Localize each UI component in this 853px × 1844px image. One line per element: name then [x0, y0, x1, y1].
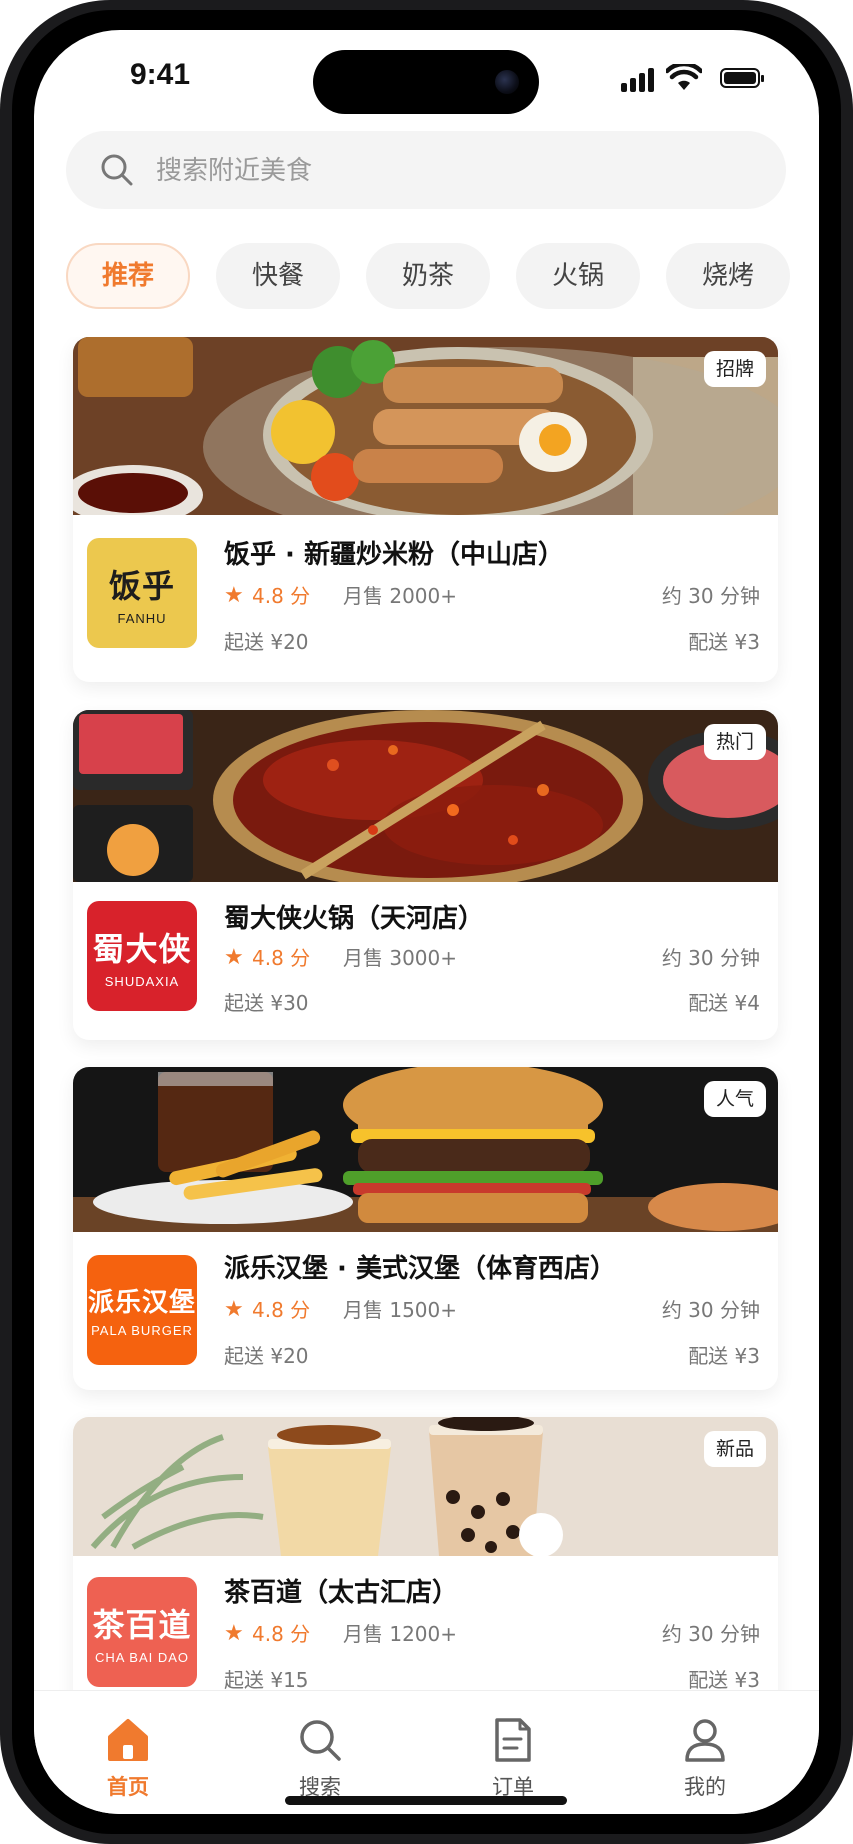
restaurant-logo: 茶百道 CHA BAI DAO	[87, 1577, 197, 1687]
search-icon	[300, 1720, 341, 1761]
category-tabs: 推荐 快餐 奶茶 火锅 烧烤	[66, 243, 819, 311]
min-order: 起送 ¥30	[224, 991, 309, 1015]
category-chip-recommend[interactable]: 推荐	[66, 243, 190, 309]
monthly-sales: 月售 2000+	[343, 584, 458, 608]
logo-subtitle: FANHU	[117, 610, 167, 626]
fee-row: 起送 ¥30 配送 ¥4	[224, 988, 760, 1018]
category-chip-bbq[interactable]: 烧烤	[666, 243, 790, 309]
delivery-time: 约 30 分钟	[661, 1298, 760, 1322]
home-icon	[108, 1719, 148, 1761]
restaurant-cover-image	[73, 1417, 778, 1556]
restaurant-card[interactable]: 热门 蜀大侠 SHUDAXIA 蜀大侠火锅（天河店） ★ 4.8 分 月售 30…	[73, 710, 778, 1040]
star-icon: ★	[224, 945, 244, 970]
delivery-fee: 配送 ¥3	[688, 1344, 760, 1368]
logo-subtitle: SHUDAXIA	[104, 973, 180, 989]
monthly-sales: 月售 3000+	[343, 946, 458, 970]
logo-subtitle: CHA BAI DAO	[94, 1649, 190, 1665]
restaurant-cover-image	[73, 337, 778, 515]
dynamic-island	[313, 50, 539, 114]
min-order: 起送 ¥20	[224, 630, 309, 654]
delivery-fee: 配送 ¥3	[688, 630, 760, 654]
tab-label: 首页	[107, 1775, 149, 1799]
battery-icon	[720, 68, 764, 88]
search-input[interactable]	[154, 131, 758, 211]
phone-frame: 9:41 推荐 快餐 奶茶 火锅 烧烤	[0, 0, 853, 1844]
restaurant-logo: 饭乎 FANHU	[87, 538, 197, 648]
star-icon: ★	[224, 1621, 244, 1646]
tab-label: 我的	[684, 1775, 726, 1799]
restaurant-cover-image	[73, 1067, 778, 1232]
rating-value: 4.8 分	[252, 1298, 311, 1322]
card-badge: 招牌	[703, 351, 766, 387]
restaurant-name: 派乐汉堡 · 美式汉堡（体育西店）	[224, 1254, 616, 1284]
rating-value: 4.8 分	[252, 946, 311, 970]
rating-value: 4.8 分	[252, 1622, 311, 1646]
delivery-fee: 配送 ¥4	[688, 991, 760, 1015]
category-chip-hotpot[interactable]: 火锅	[516, 243, 640, 309]
tab-home[interactable]: 首页	[68, 1709, 188, 1799]
rating-row: ★ 4.8 分 月售 2000+ 约 30 分钟	[224, 581, 760, 611]
star-icon: ★	[224, 583, 244, 608]
logo-title: 茶百道	[92, 1605, 192, 1644]
logo-title: 派乐汉堡	[87, 1288, 196, 1318]
profile-icon	[685, 1719, 725, 1762]
restaurant-cover-image	[73, 710, 778, 882]
fee-row: 起送 ¥20 配送 ¥3	[224, 627, 760, 657]
tab-orders[interactable]: 订单	[453, 1709, 573, 1799]
home-indicator[interactable]	[285, 1796, 567, 1805]
restaurant-name: 蜀大侠火锅（天河店）	[224, 904, 485, 934]
category-chip-milktea[interactable]: 奶茶	[366, 243, 490, 309]
fee-row: 起送 ¥20 配送 ¥3	[224, 1341, 760, 1371]
star-icon: ★	[224, 1297, 244, 1322]
rating-row: ★ 4.8 分 月售 1200+ 约 30 分钟	[224, 1619, 760, 1649]
restaurant-card[interactable]: 招牌 饭乎 FANHU 饭乎 · 新疆炒米粉（中山店） ★ 4.8 分 月售 2…	[73, 337, 778, 682]
monthly-sales: 月售 1200+	[343, 1622, 458, 1646]
restaurant-logo: 蜀大侠 SHUDAXIA	[87, 901, 197, 1011]
restaurant-card[interactable]: 人气 派乐汉堡 PALA BURGER 派乐汉堡 · 美式汉堡（体育西店） ★ …	[73, 1067, 778, 1390]
logo-subtitle: PALA BURGER	[91, 1323, 193, 1338]
delivery-time: 约 30 分钟	[661, 584, 760, 608]
rating-row: ★ 4.8 分 月售 3000+ 约 30 分钟	[224, 943, 760, 973]
restaurant-card[interactable]: 新品 茶百道 CHA BAI DAO 茶百道（太古汇店） ★ 4.8 分 月售 …	[73, 1417, 778, 1717]
rating-value: 4.8 分	[252, 584, 311, 608]
order-icon	[495, 1718, 531, 1762]
restaurant-logo: 派乐汉堡 PALA BURGER	[87, 1255, 197, 1365]
min-order: 起送 ¥20	[224, 1344, 309, 1368]
status-bar: 9:41	[34, 30, 819, 140]
category-chip-fastfood[interactable]: 快餐	[216, 243, 340, 309]
status-time: 9:41	[130, 58, 191, 91]
tab-profile[interactable]: 我的	[645, 1709, 765, 1799]
card-badge: 热门	[703, 724, 766, 760]
restaurant-list: 招牌 饭乎 FANHU 饭乎 · 新疆炒米粉（中山店） ★ 4.8 分 月售 2…	[34, 337, 819, 1717]
search-icon	[101, 154, 133, 186]
card-badge: 新品	[703, 1431, 766, 1467]
monthly-sales: 月售 1500+	[343, 1298, 458, 1322]
card-badge: 人气	[703, 1081, 766, 1117]
delivery-time: 约 30 分钟	[661, 1622, 760, 1646]
logo-title: 蜀大侠	[92, 929, 192, 968]
rating-row: ★ 4.8 分 月售 1500+ 约 30 分钟	[224, 1295, 760, 1325]
app-screen: 9:41 推荐 快餐 奶茶 火锅 烧烤	[34, 30, 819, 1814]
logo-title: 饭乎	[108, 566, 175, 605]
search-bar[interactable]	[66, 131, 786, 211]
signal-icon	[621, 68, 657, 92]
wifi-icon	[666, 64, 702, 90]
restaurant-name: 茶百道（太古汇店）	[224, 1578, 459, 1608]
delivery-time: 约 30 分钟	[661, 946, 760, 970]
camera-icon	[495, 70, 519, 94]
restaurant-name: 饭乎 · 新疆炒米粉（中山店）	[224, 540, 564, 570]
tab-search[interactable]: 搜索	[260, 1709, 380, 1799]
